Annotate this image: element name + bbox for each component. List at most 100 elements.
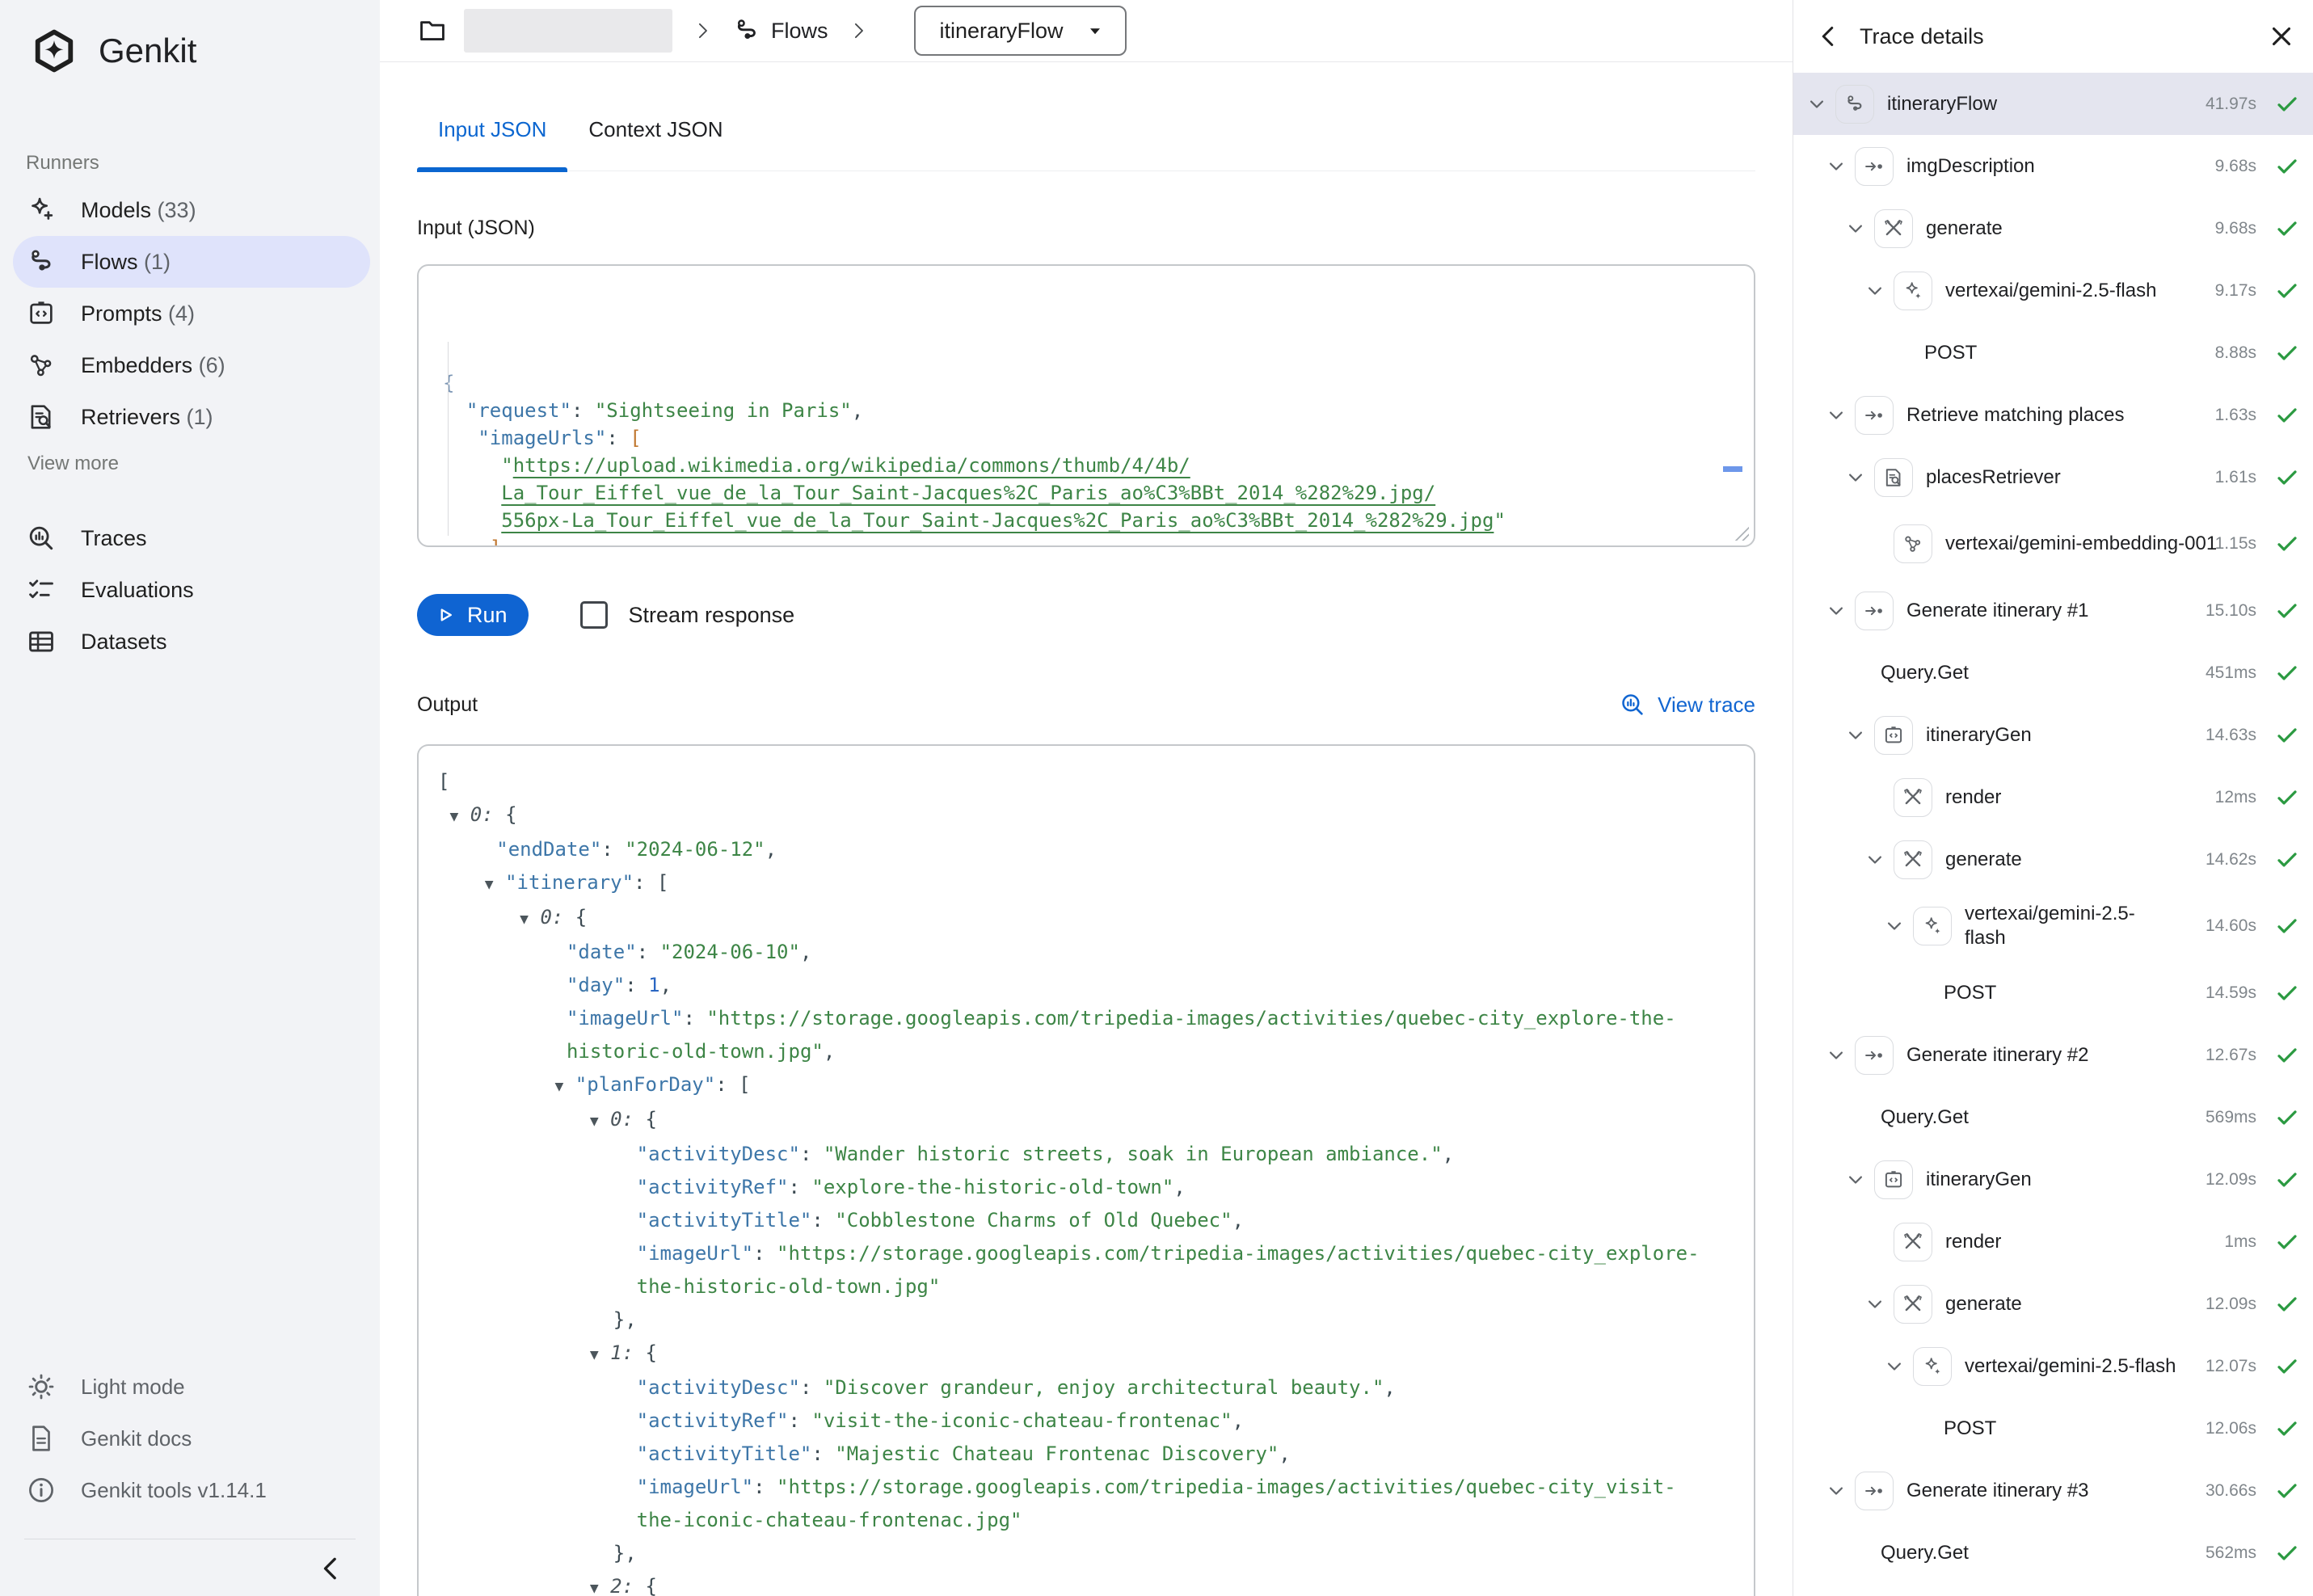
folder-icon [417, 15, 448, 46]
chevron-down-icon[interactable] [1843, 1168, 1868, 1192]
sidebar-item-light-mode[interactable]: Light mode [0, 1361, 380, 1413]
trace-span-row[interactable]: vertexai/gemini-2.5-flash14.60s [1793, 891, 2313, 962]
input-json-editor[interactable]: { "request": "Sightseeing in Paris", "im… [417, 264, 1755, 547]
trace-span-row[interactable]: generate12.09s [1793, 1273, 2313, 1335]
span-duration: 1.63s [2215, 406, 2256, 425]
chevron-down-icon[interactable] [1863, 1292, 1887, 1316]
indent-guide [448, 342, 449, 536]
flow-selector-dropdown[interactable]: itineraryFlow [914, 6, 1127, 56]
flow-icon [1835, 85, 1874, 124]
flow-selector-value: itineraryFlow [940, 19, 1064, 44]
sidebar-item-retrievers[interactable]: Retrievers (1) [0, 391, 380, 443]
stream-response-option[interactable]: Stream response [580, 601, 795, 629]
retriever-icon [26, 402, 57, 432]
close-icon[interactable] [2266, 21, 2297, 52]
chevron-down-icon[interactable] [1824, 599, 1848, 623]
span-duration: 8.88s [2215, 343, 2256, 363]
trace-span-row[interactable]: itineraryFlow41.97s [1793, 73, 2313, 135]
span-duration: 9.17s [2215, 281, 2256, 301]
sidebar-item-embedders[interactable]: Embedders (6) [0, 339, 380, 391]
chevron-down-icon[interactable] [1863, 279, 1887, 303]
sidebar-item-models[interactable]: Models (33) [0, 184, 380, 236]
flow-icon [26, 246, 57, 277]
sidebar-item-datasets[interactable]: Datasets [0, 616, 380, 667]
trace-span-row[interactable]: vertexai/gemini-2.5-flash12.07s [1793, 1335, 2313, 1397]
view-trace-link[interactable]: View trace [1619, 691, 1755, 718]
trace-span-row[interactable]: POST8.88s [1793, 322, 2313, 384]
chevron-down-icon[interactable] [1843, 217, 1868, 241]
success-check-icon [2274, 1042, 2300, 1068]
span-duration: 12.09s [2206, 1170, 2256, 1190]
trace-details-panel: Trace details itineraryFlow41.97s imgDes… [1793, 0, 2313, 1596]
span-duration: 15.10s [2206, 601, 2256, 621]
success-check-icon [2274, 465, 2300, 491]
sidebar-item-label: Datasets [81, 630, 167, 655]
chevron-right-icon [690, 19, 714, 43]
chevron-down-icon[interactable] [1805, 92, 1829, 116]
collapse-sidebar-icon[interactable] [315, 1552, 348, 1585]
breadcrumb-flows[interactable]: Flows [771, 19, 828, 44]
trace-span-row[interactable]: generate14.62s [1793, 828, 2313, 891]
trace-span-row[interactable]: Query.Get569ms [1793, 1086, 2313, 1148]
sidebar-item-evaluations[interactable]: Evaluations [0, 564, 380, 616]
trace-span-row[interactable]: Query.Get451ms [1793, 642, 2313, 704]
trace-span-row[interactable]: itineraryGen14.63s [1793, 704, 2313, 766]
trace-span-row[interactable]: render12ms [1793, 766, 2313, 828]
chevron-down-icon[interactable] [1863, 848, 1887, 872]
trace-span-row[interactable]: vertexai/gemini-2.5-flash9.17s [1793, 259, 2313, 322]
success-check-icon [2274, 278, 2300, 304]
chevron-down-icon[interactable] [1843, 723, 1868, 747]
sidebar-item-prompts[interactable]: Prompts (4) [0, 288, 380, 339]
main-scroll-area[interactable]: Input JSON Context JSON Input (JSON) { "… [380, 63, 1793, 1596]
span-duration: 30.66s [2206, 1481, 2256, 1501]
stream-response-checkbox[interactable] [580, 601, 608, 629]
chevron-down-icon[interactable] [1882, 1354, 1906, 1379]
sidebar-item-traces[interactable]: Traces [0, 512, 380, 564]
span-duration: 12ms [2215, 788, 2256, 807]
back-chevron-icon[interactable] [1814, 22, 1843, 51]
tab-input-json[interactable]: Input JSON [417, 89, 567, 171]
span-duration: 1ms [2224, 1232, 2256, 1252]
trace-span-row[interactable]: POST14.59s [1793, 962, 2313, 1024]
success-check-icon [2274, 1478, 2300, 1504]
trace-span-row[interactable]: Generate itinerary #212.67s [1793, 1024, 2313, 1086]
success-check-icon [2274, 785, 2300, 811]
success-check-icon [2274, 154, 2300, 179]
success-check-icon [2274, 660, 2300, 686]
chevron-down-icon[interactable] [1824, 1043, 1848, 1068]
span-duration: 12.07s [2206, 1357, 2256, 1376]
span-duration: 12.67s [2206, 1046, 2256, 1065]
success-check-icon [2274, 722, 2300, 748]
genkit-logo-icon [31, 27, 78, 74]
trace-span-row[interactable]: placesRetriever1.61s [1793, 446, 2313, 508]
trace-span-row[interactable]: itineraryGen12.09s [1793, 1148, 2313, 1211]
sun-icon [26, 1371, 57, 1402]
trace-span-row[interactable]: Generate itinerary #330.66s [1793, 1459, 2313, 1522]
chevron-down-icon[interactable] [1824, 1479, 1848, 1503]
trace-search-icon [26, 523, 57, 554]
trace-span-row[interactable]: imgDescription9.68s [1793, 135, 2313, 197]
span-duration: 9.68s [2215, 157, 2256, 176]
run-button[interactable]: Run [417, 594, 529, 636]
trace-span-row[interactable]: vertexai/gemini-embedding-0011.15s [1793, 508, 2313, 579]
chevron-down-icon[interactable] [1843, 465, 1868, 490]
trace-span-row[interactable]: Retrieve matching places1.63s [1793, 384, 2313, 446]
trace-span-row[interactable]: Generate itinerary #115.10s [1793, 579, 2313, 642]
chevron-down-icon[interactable] [1824, 403, 1848, 427]
chevron-down-icon[interactable] [1824, 154, 1848, 179]
success-check-icon [2274, 598, 2300, 624]
sidebar-item-genkit-tools-v1-14-1[interactable]: Genkit tools v1.14.1 [0, 1464, 380, 1516]
sidebar-item-genkit-docs[interactable]: Genkit docs [0, 1413, 380, 1464]
trace-span-row[interactable]: render1ms [1793, 1211, 2313, 1273]
trace-span-row[interactable]: POST12.06s [1793, 1397, 2313, 1459]
view-more-link[interactable]: View more [0, 443, 380, 485]
chevron-down-icon[interactable] [1882, 914, 1906, 938]
span-duration: 1.15s [2215, 534, 2256, 554]
tab-context-json[interactable]: Context JSON [567, 89, 744, 171]
redacted-project-name [464, 9, 672, 53]
sidebar-item-flows[interactable]: Flows (1) [13, 236, 370, 288]
trace-span-row[interactable] [1793, 1584, 2313, 1596]
trace-span-row[interactable]: generate9.68s [1793, 197, 2313, 259]
retriever-icon [1874, 458, 1913, 497]
trace-span-row[interactable]: Query.Get562ms [1793, 1522, 2313, 1584]
